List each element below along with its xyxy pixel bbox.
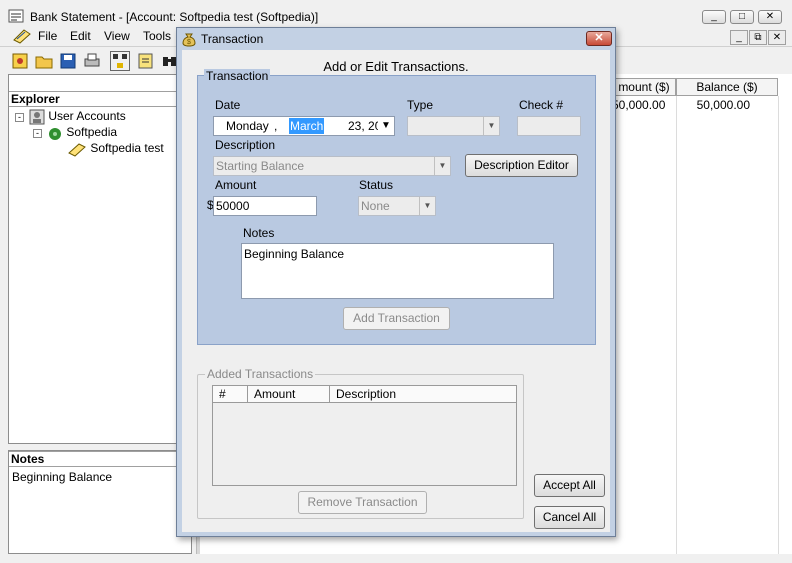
notes-label: Notes <box>243 226 275 240</box>
window-title: Bank Statement - [Account: Softpedia tes… <box>30 10 319 24</box>
date-dropdown-arrow-icon[interactable]: ▼ <box>378 117 394 135</box>
close-window-button[interactable]: ✕ <box>758 10 782 24</box>
tree-item-softpedia-test[interactable]: Softpedia test <box>67 141 164 157</box>
money-bag-icon: $ <box>181 31 197 47</box>
save-icon[interactable] <box>58 51 78 71</box>
print-icon[interactable] <box>82 51 102 71</box>
green-bank-icon <box>49 128 61 140</box>
explorer-header: Explorer <box>9 91 191 107</box>
accept-all-button[interactable]: Accept All <box>534 474 605 497</box>
status-dropdown-arrow-icon: ▼ <box>419 197 435 215</box>
main-title-bar: Bank Statement - [Account: Softpedia tes… <box>0 0 792 28</box>
child-close-button[interactable]: ✕ <box>768 30 786 45</box>
remove-transaction-button[interactable]: Remove Transaction <box>298 491 427 514</box>
amount-label: Amount <box>215 178 257 192</box>
cancel-all-button[interactable]: Cancel All <box>534 506 605 529</box>
new-icon[interactable] <box>10 51 30 71</box>
notes-pane-text: Beginning Balance <box>12 470 113 484</box>
tree-item-softpedia[interactable]: Softpedia <box>47 125 117 141</box>
dialog-close-button[interactable]: ✕ <box>586 31 612 46</box>
description-editor-button[interactable]: Description Editor <box>465 154 578 177</box>
tree-label-softpedia: Softpedia <box>66 125 118 140</box>
grid-header-amount[interactable]: mount ($) <box>612 78 676 96</box>
description-label: Description <box>215 138 276 152</box>
type-select[interactable]: ▼ <box>407 116 500 136</box>
description-value: Starting Balance <box>216 159 305 173</box>
bank-statement-app-icon <box>8 8 24 24</box>
tree-label-user-accounts: User Accounts <box>48 109 126 124</box>
date-label: Date <box>215 98 241 112</box>
notes-pane: Notes Beginning Balance <box>8 450 192 554</box>
maximize-button[interactable]: □ <box>730 10 754 24</box>
menu-tools[interactable]: Tools <box>143 29 171 43</box>
svg-text:$: $ <box>187 39 191 46</box>
date-day: Monday <box>226 119 269 133</box>
type-label: Type <box>407 98 434 112</box>
grid-header-balance[interactable]: Balance ($) <box>676 78 778 96</box>
transaction-group: Transaction Date Monday , March 23, 2009… <box>197 69 596 345</box>
grid-divider <box>676 96 677 554</box>
menu-edit[interactable]: Edit <box>70 29 91 43</box>
notes-header: Notes <box>9 451 191 467</box>
menu-view[interactable]: View <box>104 29 130 43</box>
status-label: Status <box>359 178 394 192</box>
dialog-title-bar: $ Transaction ✕ <box>177 28 615 50</box>
tree-expander-softpedia[interactable]: - <box>33 129 42 138</box>
transaction-group-label: Transaction <box>204 69 271 83</box>
transaction-dialog: $ Transaction ✕ Add or Edit Transactions… <box>176 27 616 537</box>
dialog-body: Add or Edit Transactions. Transaction Da… <box>182 50 610 532</box>
check-number-label: Check # <box>519 98 564 112</box>
minimize-button[interactable]: _ <box>702 10 726 24</box>
add-transaction-button[interactable]: Add Transaction <box>343 307 450 330</box>
explorer-pane: Explorer - User Accounts - Softpedia Sof… <box>8 74 192 444</box>
account-pencil-icon <box>68 143 86 157</box>
menu-file[interactable]: File <box>38 29 57 43</box>
check-number-input[interactable] <box>517 116 581 136</box>
document-menu-icon[interactable] <box>12 28 32 44</box>
tree-item-user-accounts[interactable]: User Accounts <box>29 109 126 125</box>
grid-cell-amount[interactable]: 50,000.00 <box>612 98 665 112</box>
open-icon[interactable] <box>34 51 54 71</box>
list-header-amount[interactable]: Amount <box>248 386 330 403</box>
added-transactions-label: Added Transactions <box>205 367 316 381</box>
users-icon <box>29 109 45 125</box>
list-header-number[interactable]: # <box>213 386 248 403</box>
date-picker[interactable]: Monday , March 23, 2009 ▼ <box>213 116 395 136</box>
status-value: None <box>361 199 390 213</box>
edit-icon[interactable] <box>136 51 156 71</box>
child-restore-button[interactable]: ⧉ <box>749 30 767 45</box>
type-dropdown-arrow-icon: ▼ <box>483 117 499 135</box>
status-select[interactable]: None ▼ <box>358 196 436 216</box>
dialog-title: Transaction <box>201 32 264 46</box>
notes-textarea[interactable]: Beginning Balance <box>241 243 554 299</box>
description-dropdown-arrow-icon: ▼ <box>434 157 450 175</box>
list-header-description[interactable]: Description <box>330 386 516 403</box>
accounts-icon[interactable] <box>110 51 130 71</box>
date-separator: , <box>274 119 278 133</box>
grid-divider <box>778 96 779 554</box>
amount-input[interactable]: 50000 <box>213 196 317 216</box>
description-select[interactable]: Starting Balance ▼ <box>213 156 451 176</box>
tree-label-softpedia-test: Softpedia test <box>90 141 164 156</box>
child-minimize-button[interactable]: _ <box>730 30 748 45</box>
tree-expander-user-accounts[interactable]: - <box>15 113 24 122</box>
grid-cell-balance[interactable]: 50,000.00 <box>676 98 750 112</box>
added-transactions-group: Added Transactions # Amount Description … <box>197 367 524 519</box>
date-month-selected[interactable]: March <box>289 118 325 134</box>
added-transactions-list[interactable]: # Amount Description <box>212 385 517 486</box>
